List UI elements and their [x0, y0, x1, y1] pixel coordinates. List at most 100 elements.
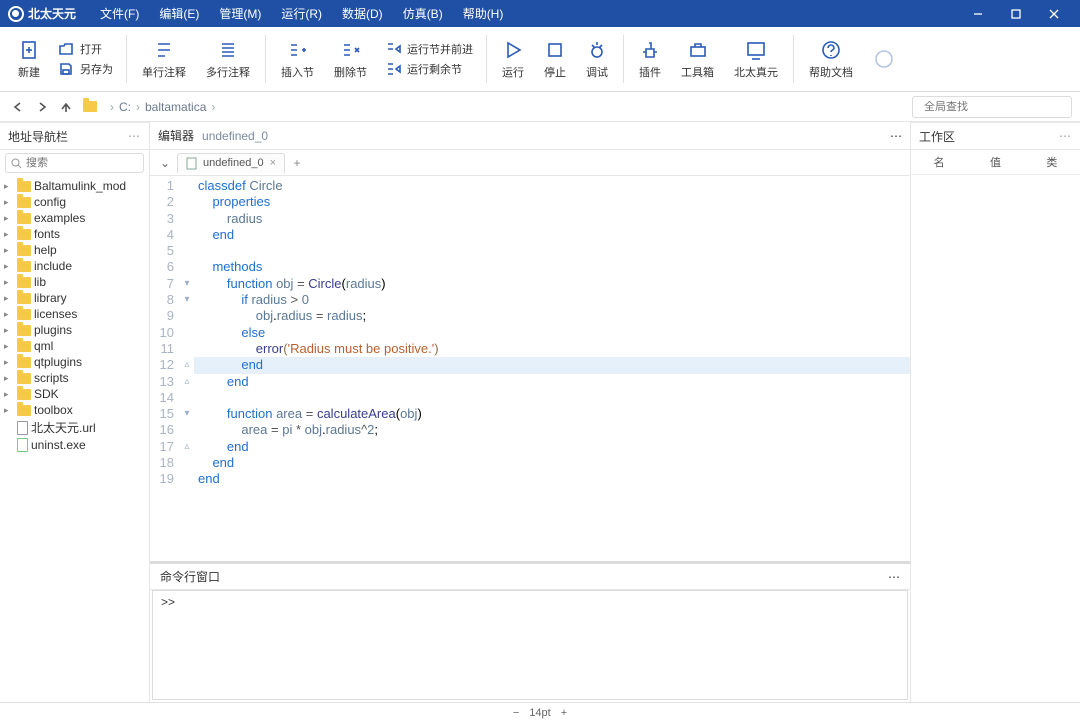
fold-toggle[interactable]: ▵: [180, 357, 194, 373]
console-menu-button[interactable]: ⋯: [888, 570, 900, 584]
open-button[interactable]: 打开: [50, 39, 121, 59]
fold-toggle[interactable]: ▾: [180, 292, 194, 308]
folder-icon-button[interactable]: [80, 97, 100, 117]
tree-item[interactable]: ▸SDK: [0, 386, 149, 402]
about-button[interactable]: [863, 45, 905, 73]
menu-manage[interactable]: 管理(M): [209, 5, 271, 22]
tree-item[interactable]: ▸help: [0, 242, 149, 258]
menu-data[interactable]: 数据(D): [332, 5, 393, 22]
menu-sim[interactable]: 仿真(B): [393, 5, 453, 22]
tab-close-button[interactable]: ×: [270, 157, 276, 169]
code-line[interactable]: end: [194, 455, 910, 471]
workspace-menu-button[interactable]: ⋯: [1059, 129, 1072, 143]
global-search[interactable]: [912, 96, 1072, 118]
code-line[interactable]: end: [194, 374, 910, 390]
breadcrumb-folder[interactable]: baltamatica: [145, 100, 206, 114]
zoom-in-button[interactable]: +: [561, 707, 567, 719]
menu-edit[interactable]: 编辑(E): [149, 5, 209, 22]
fold-toggle[interactable]: ▵: [180, 439, 194, 455]
code-line[interactable]: else: [194, 325, 910, 341]
sidebar-search[interactable]: [5, 153, 144, 173]
editor-tab[interactable]: undefined_0 ×: [177, 153, 285, 173]
code-line[interactable]: end: [194, 227, 910, 243]
tree-item[interactable]: ▸examples: [0, 210, 149, 226]
menu-help[interactable]: 帮助(H): [453, 5, 514, 22]
breadcrumb[interactable]: › C: › baltamatica ›: [110, 100, 215, 114]
console-body[interactable]: >>: [152, 590, 908, 700]
ws-col-value[interactable]: 值: [967, 150, 1023, 174]
run-section-forward-button[interactable]: 运行节并前进: [377, 39, 481, 59]
tree-item[interactable]: ▸plugins: [0, 322, 149, 338]
code-line[interactable]: radius: [194, 211, 910, 227]
fold-toggle[interactable]: ▵: [180, 374, 194, 390]
run-remaining-sections-button[interactable]: 运行剩余节: [377, 59, 481, 79]
tree-item[interactable]: ▸config: [0, 194, 149, 210]
code-line[interactable]: obj.radius = radius;: [194, 308, 910, 324]
new-tab-button[interactable]: +: [288, 154, 306, 172]
code-line[interactable]: error('Radius must be positive.'): [194, 341, 910, 357]
stop-button[interactable]: 停止: [534, 36, 576, 83]
close-button[interactable]: [1036, 0, 1072, 27]
code-editor[interactable]: 12345678910111213141516171819 ▾▾▵▵▾▵ cla…: [150, 176, 910, 561]
tree-item[interactable]: uninst.exe: [0, 437, 149, 453]
code-line[interactable]: end: [194, 471, 910, 487]
fold-toggle[interactable]: ▾: [180, 276, 194, 292]
tree-item[interactable]: ▸scripts: [0, 370, 149, 386]
tree-item[interactable]: ▸fonts: [0, 226, 149, 242]
insert-section-button[interactable]: 插入节: [271, 36, 324, 83]
tree-item-label: qtplugins: [34, 355, 82, 369]
code-line[interactable]: methods: [194, 259, 910, 275]
tree-item[interactable]: ▸include: [0, 258, 149, 274]
editor-menu-button[interactable]: ⋯: [890, 129, 902, 143]
menu-file[interactable]: 文件(F): [90, 5, 149, 22]
toolbox-button[interactable]: 工具箱: [671, 36, 724, 83]
maximize-button[interactable]: [998, 0, 1034, 27]
collapse-tabs-button[interactable]: ⌄: [156, 156, 174, 170]
tree-item[interactable]: ▸licenses: [0, 306, 149, 322]
tree-item[interactable]: ▸library: [0, 290, 149, 306]
menu-run[interactable]: 运行(R): [271, 5, 332, 22]
code-line[interactable]: properties: [194, 194, 910, 210]
nav-back-button[interactable]: [8, 97, 28, 117]
tree-item[interactable]: ▸qtplugins: [0, 354, 149, 370]
tree-item[interactable]: ▸Baltamulink_mod: [0, 178, 149, 194]
code-body[interactable]: classdef Circle properties radius end me…: [194, 176, 910, 561]
sidebar-search-input[interactable]: [26, 157, 138, 169]
tree-item[interactable]: ▸toolbox: [0, 402, 149, 418]
plugins-button[interactable]: 插件: [629, 36, 671, 83]
ws-col-type[interactable]: 类: [1024, 150, 1080, 174]
run-button[interactable]: 运行: [492, 36, 534, 83]
delete-section-button[interactable]: 删除节: [324, 36, 377, 83]
code-line[interactable]: area = pi * obj.radius^2;: [194, 422, 910, 438]
tree-item[interactable]: 北太天元.url: [0, 418, 149, 437]
single-comment-button[interactable]: 单行注释: [132, 36, 196, 83]
global-search-input[interactable]: [924, 101, 1066, 113]
nav-up-button[interactable]: [56, 97, 76, 117]
fold-toggle[interactable]: ▾: [180, 406, 194, 422]
nav-forward-button[interactable]: [32, 97, 52, 117]
folder-icon: [17, 277, 31, 288]
tree-item-label: qml: [34, 339, 53, 353]
sidebar-menu-button[interactable]: ⋯: [128, 129, 141, 143]
new-button[interactable]: 新建: [8, 36, 50, 83]
saveas-button[interactable]: 另存为: [50, 59, 121, 79]
btzy-button[interactable]: 北太真元: [724, 36, 788, 83]
code-line[interactable]: function obj = Circle(radius): [194, 276, 910, 292]
multi-comment-button[interactable]: 多行注释: [196, 36, 260, 83]
zoom-out-button[interactable]: −: [513, 707, 519, 719]
code-line[interactable]: function area = calculateArea(obj): [194, 406, 910, 422]
code-line[interactable]: [194, 243, 910, 259]
tree-item[interactable]: ▸lib: [0, 274, 149, 290]
code-line[interactable]: end: [194, 439, 910, 455]
tree-item[interactable]: ▸qml: [0, 338, 149, 354]
code-line[interactable]: if radius > 0: [194, 292, 910, 308]
breadcrumb-drive[interactable]: C:: [119, 100, 131, 114]
code-line[interactable]: classdef Circle: [194, 178, 910, 194]
debug-button[interactable]: 调试: [576, 36, 618, 83]
code-line[interactable]: end: [194, 357, 910, 373]
help-docs-button[interactable]: 帮助文档: [799, 36, 863, 83]
tree-item-label: library: [34, 291, 67, 305]
ws-col-name[interactable]: 名: [911, 150, 967, 174]
minimize-button[interactable]: [960, 0, 996, 27]
code-line[interactable]: [194, 390, 910, 406]
